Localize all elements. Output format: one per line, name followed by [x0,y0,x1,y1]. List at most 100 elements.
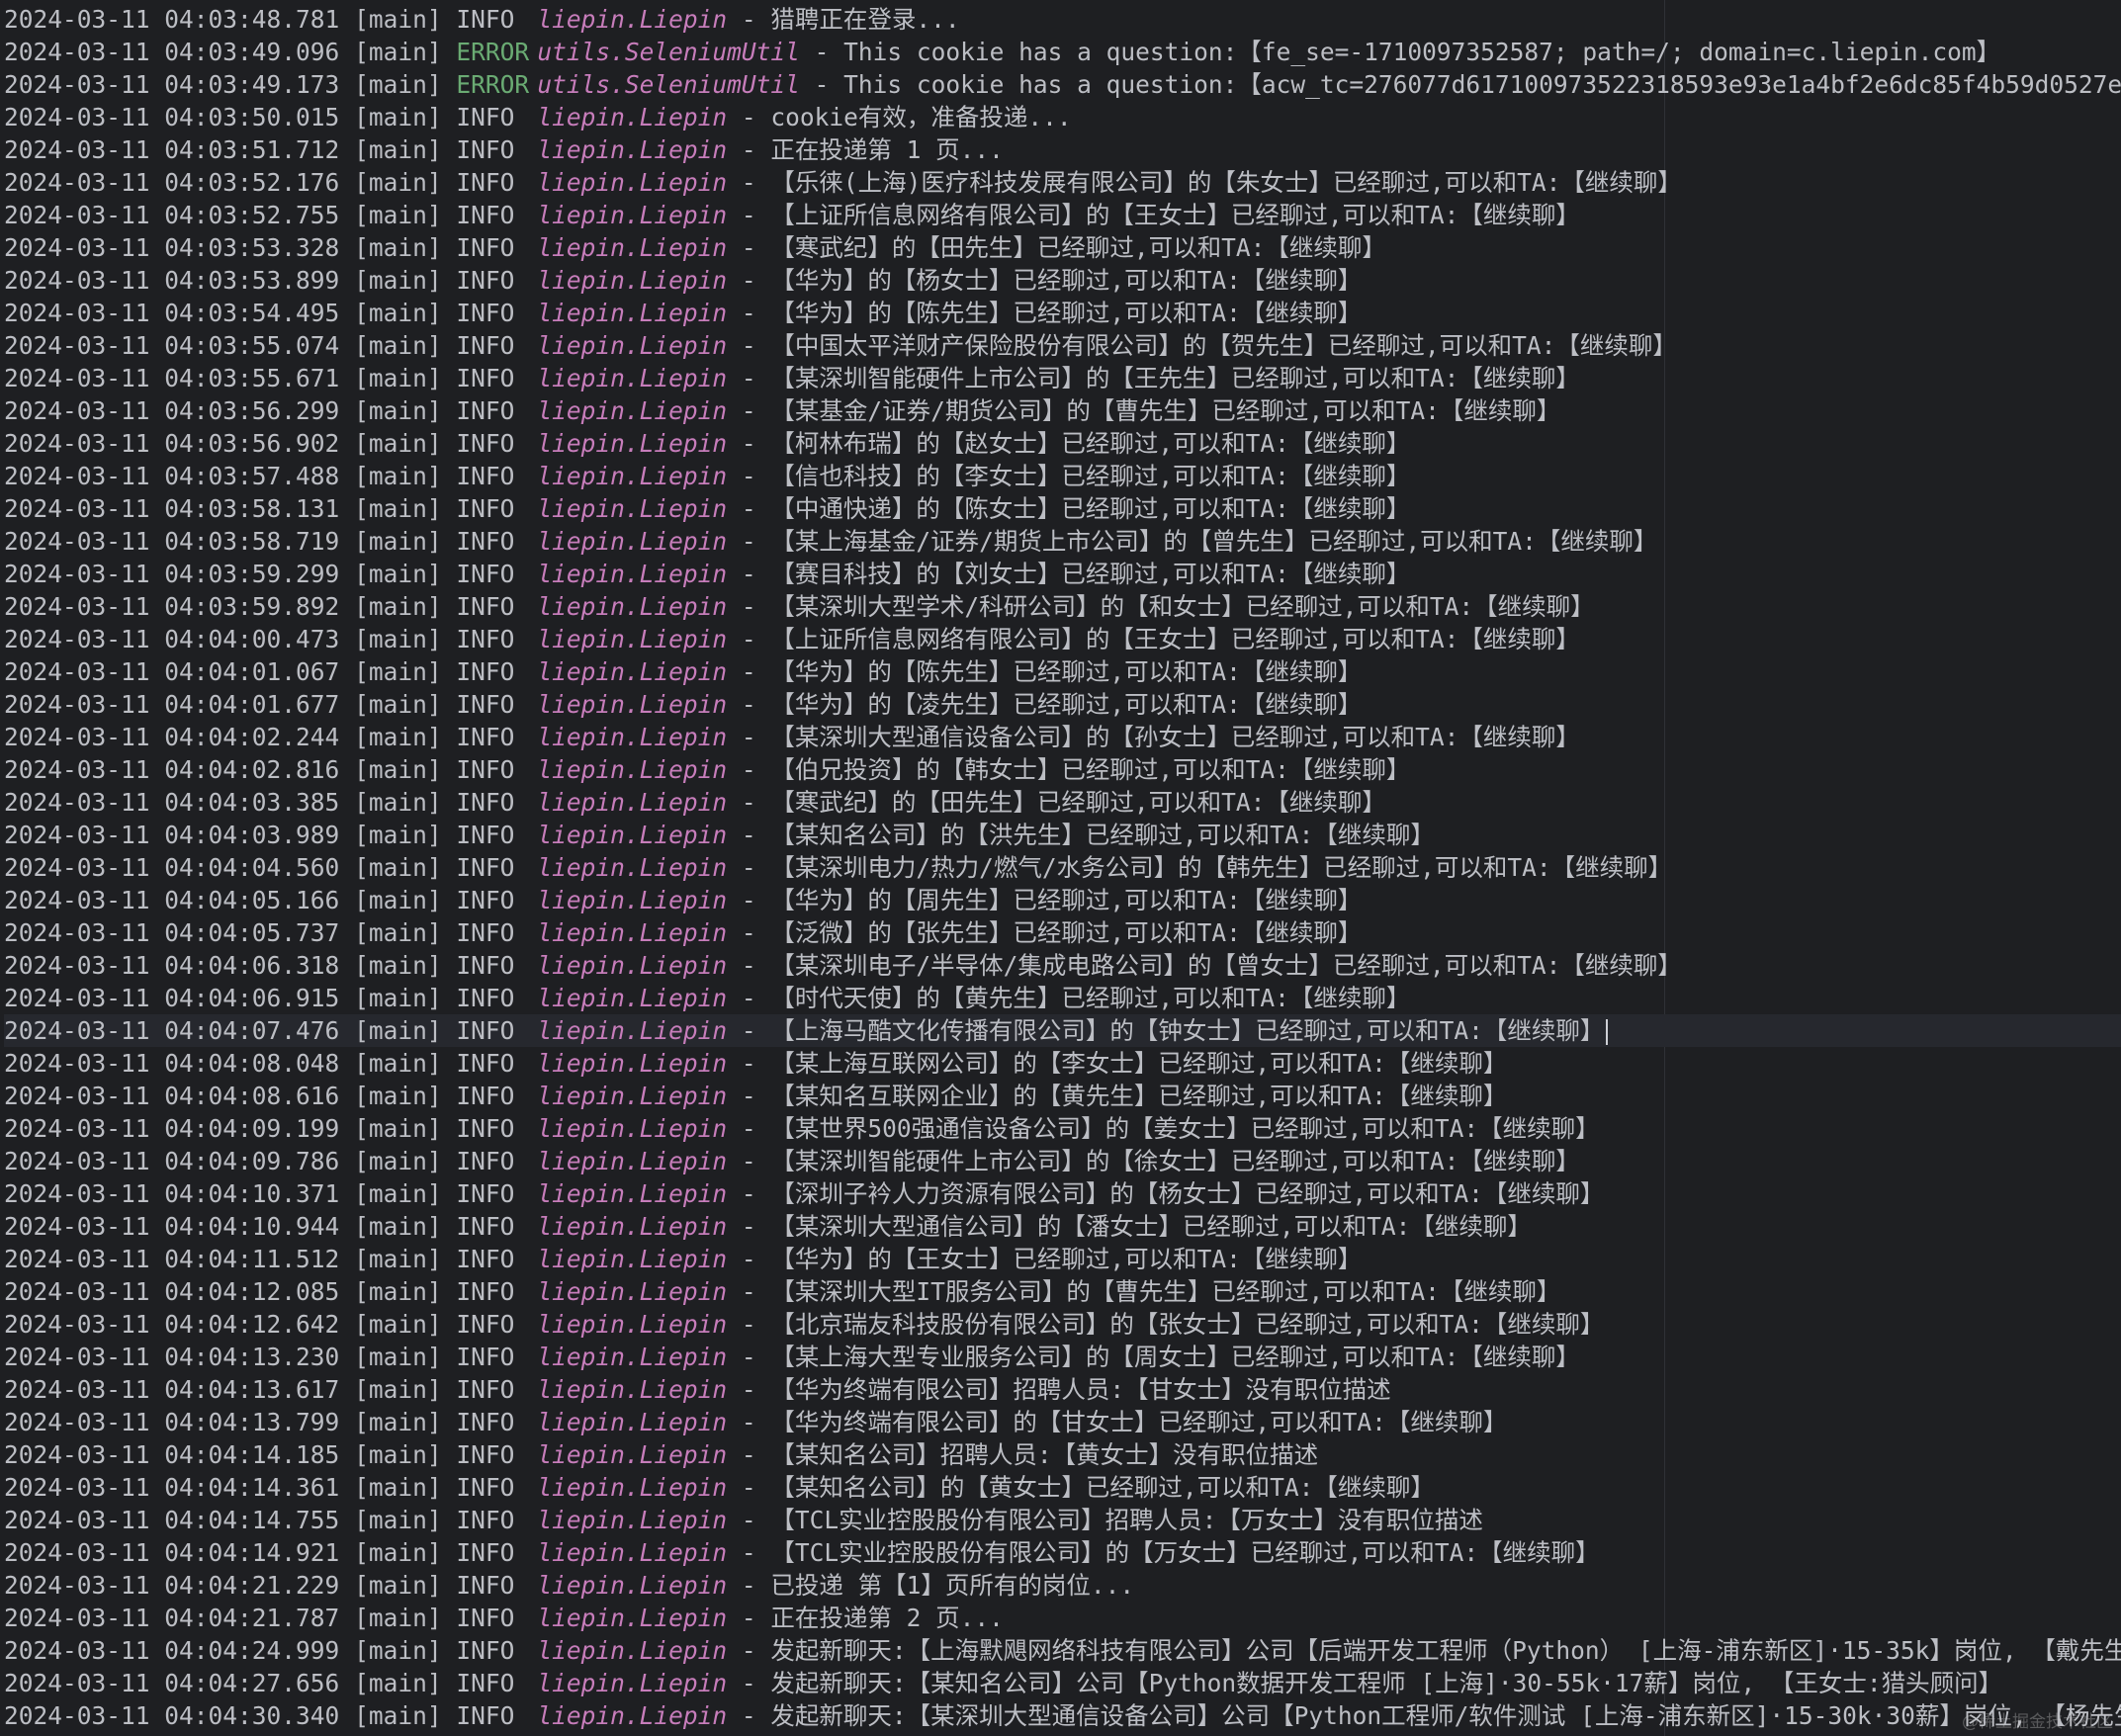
log-date: 2024-03-11 [4,1016,150,1045]
log-logger: liepin.Liepin [537,1604,728,1632]
log-date: 2024-03-11 [4,1147,150,1175]
log-date: 2024-03-11 [4,592,150,621]
log-level: INFO [456,657,515,686]
log-logger: liepin.Liepin [537,331,728,360]
log-time: 04:04:05.737 [164,918,340,947]
log-date: 2024-03-11 [4,266,150,295]
log-level: INFO [456,1375,515,1404]
log-lines: 2024-03-11 04:03:48.781 [main] INFO liepi… [4,3,2121,1732]
log-message: 【某知名公司】招聘人员:【黄女士】没有职位描述 [770,1440,1319,1469]
log-message: This cookie has a question:【fe_se=-17100… [843,38,2001,66]
log-line: 2024-03-11 04:04:07.476 [main] INFO liepi… [4,1014,2121,1047]
log-thread: [main] [354,331,442,360]
log-logger: liepin.Liepin [537,592,728,621]
log-logger: liepin.Liepin [537,103,728,131]
log-line: 2024-03-11 04:04:14.361 [main] INFO liepi… [4,1473,1435,1502]
log-level: INFO [456,135,515,164]
log-date: 2024-03-11 [4,625,150,653]
log-level: INFO [456,1016,515,1045]
log-line: 2024-03-11 04:04:02.816 [main] INFO liepi… [4,755,1411,784]
log-message: 【某世界500强通信设备公司】的【姜女士】已经聊过,可以和TA:【继续聊】 [770,1114,1600,1143]
log-line: 2024-03-11 04:04:10.371 [main] INFO liepi… [4,1179,1605,1208]
log-date: 2024-03-11 [4,1473,150,1502]
log-thread: [main] [354,755,442,784]
log-date: 2024-03-11 [4,1082,150,1110]
log-message: 【某深圳电力/热力/燃气/水务公司】的【韩先生】已经聊过,可以和TA:【继续聊】 [770,853,1673,882]
log-date: 2024-03-11 [4,38,150,66]
log-time: 04:04:13.230 [164,1343,340,1371]
log-thread: [main] [354,1114,442,1143]
log-line: 2024-03-11 04:04:12.085 [main] INFO liepi… [4,1277,1561,1306]
log-thread: [main] [354,1408,442,1436]
log-logger: liepin.Liepin [537,266,728,295]
console-output[interactable]: 2024-03-11 04:03:48.781 [main] INFO liepi… [0,0,2121,1736]
log-level: INFO [456,1701,515,1730]
log-logger: liepin.Liepin [537,984,728,1012]
log-logger: liepin.Liepin [537,1473,728,1502]
log-time: 04:04:14.185 [164,1440,340,1469]
log-message: 【时代天使】的【黄先生】已经聊过,可以和TA:【继续聊】 [770,984,1411,1012]
log-message: 【某深圳大型通信设备公司】的【孙女士】已经聊过,可以和TA:【继续聊】 [770,723,1580,751]
log-date: 2024-03-11 [4,70,150,99]
log-message: 【某深圳智能硬件上市公司】的【徐女士】已经聊过,可以和TA:【继续聊】 [770,1147,1580,1175]
log-thread: [main] [354,135,442,164]
log-date: 2024-03-11 [4,135,150,164]
log-logger: liepin.Liepin [537,821,728,849]
log-level: ERROR [456,38,530,66]
log-date: 2024-03-11 [4,1669,150,1697]
log-thread: [main] [354,103,442,131]
log-time: 04:04:03.989 [164,821,340,849]
log-date: 2024-03-11 [4,657,150,686]
log-message: 【上海马酷文化传播有限公司】的【钟女士】已经聊过,可以和TA:【继续聊】 [770,1016,1605,1045]
log-level: INFO [456,1604,515,1632]
log-thread: [main] [354,1701,442,1730]
log-level: INFO [456,299,515,327]
log-time: 04:04:21.787 [164,1604,340,1632]
log-logger: liepin.Liepin [537,1506,728,1534]
log-date: 2024-03-11 [4,299,150,327]
log-message: 【某知名互联网企业】的【黄先生】已经聊过,可以和TA:【继续聊】 [770,1082,1508,1110]
log-date: 2024-03-11 [4,1245,150,1273]
log-time: 04:03:49.173 [164,70,340,99]
log-line: 2024-03-11 04:03:59.299 [main] INFO liepi… [4,560,1411,588]
log-message: 【乐徕(上海)医疗科技发展有限公司】的【朱女士】已经聊过,可以和TA:【继续聊】 [770,168,1682,197]
log-line: 2024-03-11 04:04:01.067 [main] INFO liepi… [4,657,1363,686]
log-time: 04:04:14.755 [164,1506,340,1534]
log-time: 04:03:48.781 [164,5,340,34]
log-thread: [main] [354,1212,442,1241]
log-level: INFO [456,951,515,980]
log-thread: [main] [354,462,442,490]
log-level: INFO [456,1538,515,1567]
log-line: 2024-03-11 04:03:59.892 [main] INFO liepi… [4,592,1595,621]
log-logger: liepin.Liepin [537,201,728,229]
log-line: 2024-03-11 04:04:13.230 [main] INFO liepi… [4,1343,1580,1371]
log-logger: liepin.Liepin [537,1636,728,1665]
log-message: 【寒武纪】的【田先生】已经聊过,可以和TA:【继续聊】 [770,233,1386,262]
log-thread: [main] [354,853,442,882]
log-level: INFO [456,168,515,197]
log-level: INFO [456,1473,515,1502]
log-line: 2024-03-11 04:04:04.560 [main] INFO liepi… [4,853,1673,882]
log-line: 2024-03-11 04:03:56.299 [main] INFO liepi… [4,396,1561,425]
log-thread: [main] [354,951,442,980]
log-line: 2024-03-11 04:04:09.786 [main] INFO liepi… [4,1147,1580,1175]
log-level: INFO [456,429,515,458]
log-thread: [main] [354,233,442,262]
log-logger: liepin.Liepin [537,560,728,588]
log-level: INFO [456,1440,515,1469]
log-date: 2024-03-11 [4,1604,150,1632]
log-line: 2024-03-11 04:03:52.176 [main] INFO liepi… [4,168,1682,197]
log-date: 2024-03-11 [4,1506,150,1534]
log-time: 04:03:50.015 [164,103,340,131]
log-level: INFO [456,1571,515,1600]
log-logger: liepin.Liepin [537,690,728,719]
log-level: INFO [456,1343,515,1371]
log-line: 2024-03-11 04:03:54.495 [main] INFO liepi… [4,299,1363,327]
log-date: 2024-03-11 [4,1701,150,1730]
log-message: 【中国太平洋财产保险股份有限公司】的【贺先生】已经聊过,可以和TA:【继续聊】 [770,331,1677,360]
log-level: INFO [456,560,515,588]
log-time: 04:04:30.340 [164,1701,340,1730]
log-message: 【某基金/证券/期货公司】的【曹先生】已经聊过,可以和TA:【继续聊】 [770,396,1561,425]
log-thread: [main] [354,788,442,817]
log-logger: liepin.Liepin [537,429,728,458]
